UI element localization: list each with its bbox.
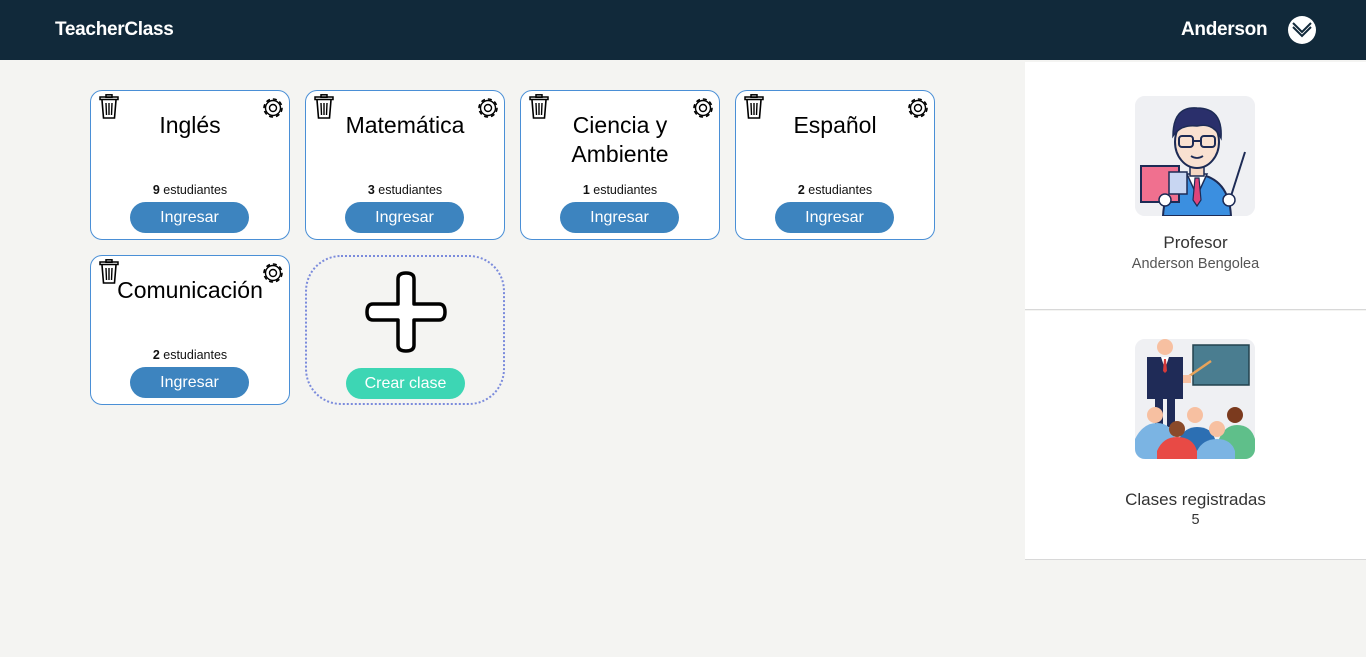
user-menu-button[interactable] — [1288, 16, 1316, 44]
class-title: Español — [793, 112, 877, 138]
student-count-value: 3 — [367, 183, 375, 197]
profile-panel: Profesor Anderson Bengolea — [1025, 62, 1366, 309]
student-count-label: estudiantes — [163, 348, 228, 362]
class-card-matematica: Matemática 3 estudiantes Ingresar — [305, 90, 505, 240]
student-count-value: 2 — [797, 183, 805, 197]
stats-label: Clases registradas — [1125, 490, 1266, 509]
class-card-espanol: Español 2 estudiantes Ingresar — [735, 90, 935, 240]
create-class-card[interactable]: Crear clase — [305, 255, 505, 405]
class-title: Ciencia y Ambiente — [571, 112, 669, 167]
student-count-value: 1 — [582, 183, 590, 197]
student-count-label: estudiantes — [808, 183, 873, 197]
app-brand[interactable]: TeacherClass — [55, 19, 174, 41]
class-card-ciencia: Ciencia y Ambiente 1 estudiantes Ingresa… — [520, 90, 720, 240]
class-title: Matemática — [345, 112, 465, 138]
student-count-label: estudiantes — [378, 183, 443, 197]
student-count-value: 9 — [152, 183, 160, 197]
student-count-label: estudiantes — [163, 183, 228, 197]
enter-class-button[interactable]: Ingresar — [345, 202, 464, 233]
classroom-illustration — [1135, 339, 1255, 459]
profile-name: Anderson Bengolea — [1131, 256, 1260, 272]
create-class-button[interactable]: Crear clase — [346, 368, 465, 399]
enter-class-button[interactable]: Ingresar — [130, 367, 249, 398]
top-bar: TeacherClass Anderson — [0, 0, 1366, 60]
student-count: 9 estudiantes — [91, 183, 289, 197]
class-card-ingles: Inglés 9 estudiantes Ingresar — [90, 90, 290, 240]
student-count: 1 estudiantes — [521, 183, 719, 197]
teacher-avatar — [1135, 96, 1255, 216]
class-title: Comunicación — [117, 277, 263, 303]
profile-role: Profesor — [1163, 233, 1228, 252]
chevron-down-icon — [1292, 22, 1312, 38]
student-count-value: 2 — [152, 348, 160, 362]
enter-class-button[interactable]: Ingresar — [130, 202, 249, 233]
stats-value: 5 — [1191, 512, 1200, 528]
panel-divider — [1025, 309, 1366, 310]
student-count-label: estudiantes — [593, 183, 658, 197]
enter-class-button[interactable]: Ingresar — [560, 202, 679, 233]
student-count: 2 estudiantes — [736, 183, 934, 197]
student-count: 2 estudiantes — [91, 348, 289, 362]
student-count: 3 estudiantes — [306, 183, 504, 197]
user-name[interactable]: Anderson — [1181, 19, 1268, 41]
class-title: Inglés — [159, 112, 221, 138]
class-card-comunicacion: Comunicación 2 estudiantes Ingresar — [90, 255, 290, 405]
stats-panel: Clases registradas 5 — [1025, 311, 1366, 559]
enter-class-button[interactable]: Ingresar — [775, 202, 894, 233]
panel-bottom-divider — [1025, 559, 1366, 560]
plus-icon[interactable] — [365, 271, 447, 353]
